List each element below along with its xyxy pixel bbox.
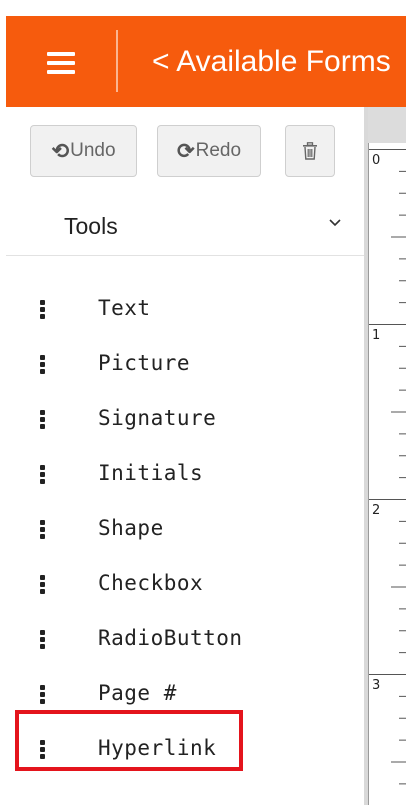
ruler-corner bbox=[368, 107, 406, 143]
tool-item-signature[interactable]: Signature bbox=[6, 400, 364, 448]
undo-label: Undo bbox=[70, 140, 116, 161]
tool-label: Picture bbox=[98, 351, 191, 375]
tool-item-text[interactable]: Text bbox=[6, 290, 364, 338]
hamburger-menu-icon[interactable] bbox=[47, 52, 79, 74]
drag-handle-icon[interactable] bbox=[40, 630, 46, 650]
back-to-available-forms-link[interactable]: < Available Forms bbox=[152, 44, 391, 80]
tool-label: Text bbox=[98, 296, 151, 320]
tool-label: RadioButton bbox=[98, 626, 243, 650]
trash-icon bbox=[303, 142, 317, 160]
tool-item-initials[interactable]: Initials bbox=[6, 455, 364, 503]
vertical-ruler: 0 1 2 3 bbox=[368, 143, 406, 805]
drag-handle-icon[interactable] bbox=[40, 300, 46, 320]
tool-label: Initials bbox=[98, 461, 204, 485]
tools-title: Tools bbox=[64, 213, 118, 239]
header-divider bbox=[116, 30, 118, 92]
drag-handle-icon[interactable] bbox=[40, 410, 46, 430]
tools-panel: ⟲ Undo ⟳ Redo Tools Text Picture Signatu… bbox=[6, 107, 364, 805]
tool-item-picture[interactable]: Picture bbox=[6, 345, 364, 393]
delete-button[interactable] bbox=[285, 125, 335, 177]
ruler-label: 2 bbox=[372, 503, 380, 518]
tools-section-header[interactable]: Tools bbox=[6, 197, 364, 255]
tool-label: Checkbox bbox=[98, 571, 204, 595]
divider bbox=[6, 255, 364, 256]
drag-handle-icon[interactable] bbox=[40, 685, 46, 705]
redo-button[interactable]: ⟳ Redo bbox=[157, 125, 261, 177]
chevron-down-icon bbox=[329, 219, 341, 227]
drag-handle-icon[interactable] bbox=[40, 520, 46, 540]
tool-item-radiobutton[interactable]: RadioButton bbox=[6, 620, 364, 668]
hyperlink-highlight-box bbox=[15, 710, 243, 771]
tool-label: Shape bbox=[98, 516, 164, 540]
tool-item-shape[interactable]: Shape bbox=[6, 510, 364, 558]
undo-icon: ⟲ bbox=[51, 139, 70, 163]
ruler-ticks: 0 1 2 3 bbox=[369, 149, 406, 785]
tool-item-checkbox[interactable]: Checkbox bbox=[6, 565, 364, 613]
tool-label: Signature bbox=[98, 406, 217, 430]
ruler-label: 3 bbox=[372, 678, 380, 693]
app-header: < Available Forms bbox=[6, 16, 406, 107]
ruler-label: 0 bbox=[372, 153, 380, 168]
redo-icon: ⟳ bbox=[176, 139, 195, 163]
ruler-label: 1 bbox=[372, 328, 380, 343]
drag-handle-icon[interactable] bbox=[40, 465, 46, 485]
undo-button[interactable]: ⟲ Undo bbox=[30, 125, 137, 177]
drag-handle-icon[interactable] bbox=[40, 575, 46, 595]
tool-label: Page # bbox=[98, 681, 177, 705]
redo-label: Redo bbox=[195, 140, 242, 161]
drag-handle-icon[interactable] bbox=[40, 355, 46, 375]
